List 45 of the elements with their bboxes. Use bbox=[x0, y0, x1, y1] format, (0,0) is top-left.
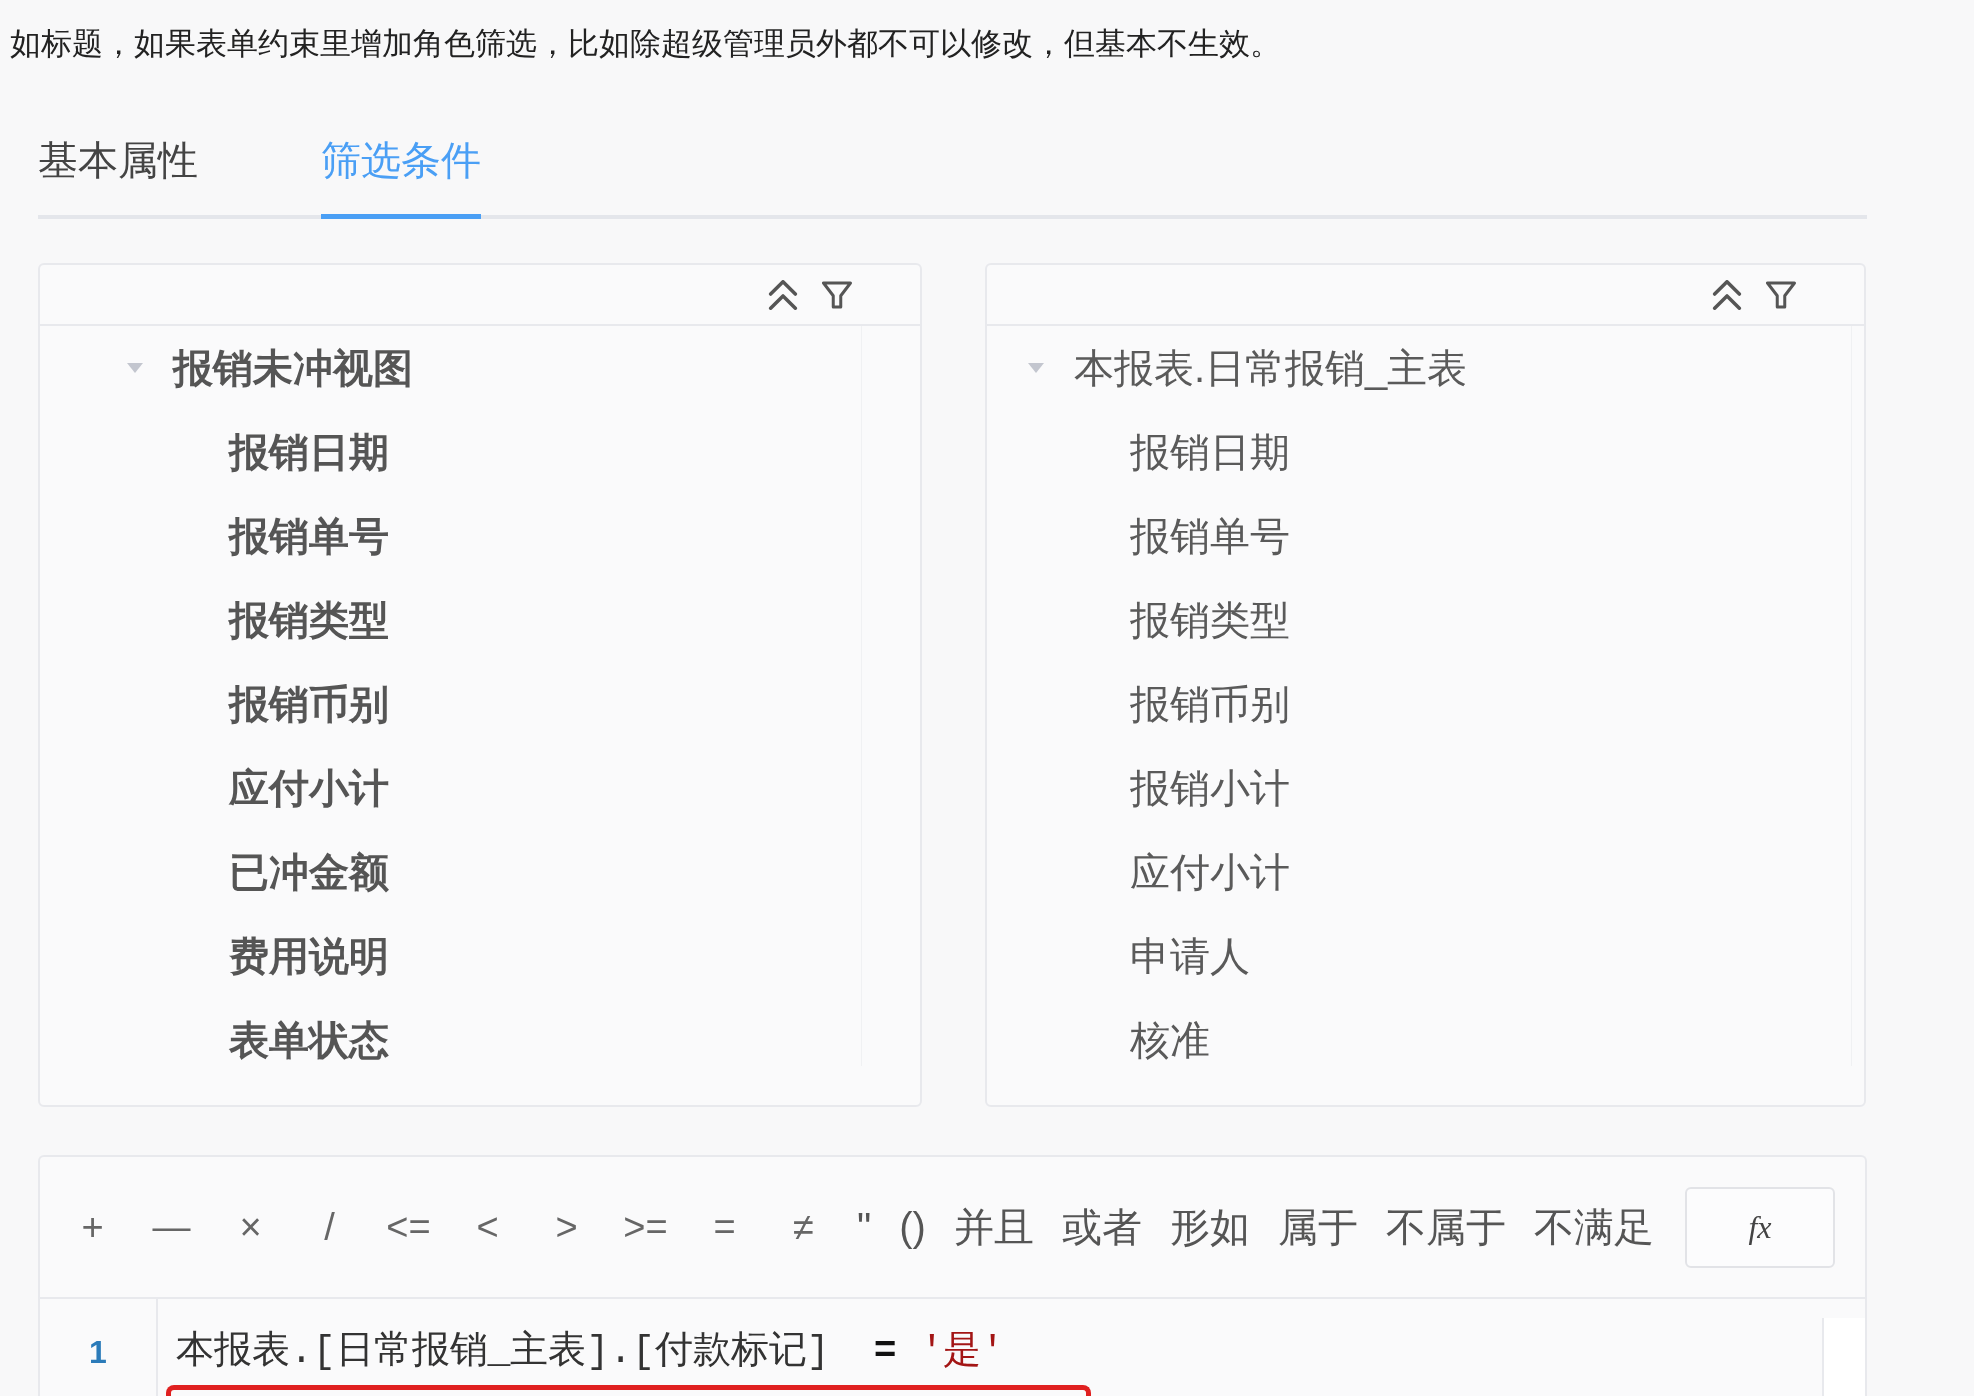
code-line[interactable]: 本报表.[日常报销_主表].[付款标记] = '是' bbox=[176, 1329, 1005, 1375]
operator-button[interactable]: >= bbox=[620, 1203, 671, 1251]
tree-item[interactable]: 应付小计 bbox=[229, 764, 389, 812]
operator-button[interactable]: = bbox=[699, 1203, 750, 1251]
operator-button[interactable]: <= bbox=[383, 1203, 434, 1251]
tree-item[interactable]: 应付小计 bbox=[1130, 848, 1290, 896]
tree-item[interactable]: 报销单号 bbox=[1130, 512, 1290, 560]
operator-button[interactable]: > bbox=[541, 1203, 592, 1251]
tree-item[interactable]: 报销未冲视图 bbox=[173, 344, 413, 392]
tree-item[interactable]: 报销币别 bbox=[229, 680, 389, 728]
operator-button[interactable]: () bbox=[899, 1203, 926, 1251]
operator-button[interactable]: < bbox=[462, 1203, 513, 1251]
tree-item[interactable]: 报销币别 bbox=[1130, 680, 1290, 728]
operator-button[interactable]: 属于 bbox=[1277, 1203, 1358, 1251]
tab[interactable]: 基本属性 bbox=[38, 136, 198, 219]
tree-item[interactable]: 费用说明 bbox=[229, 932, 389, 980]
filter-icon[interactable] bbox=[822, 279, 852, 310]
tree-item[interactable]: 报销类型 bbox=[229, 596, 389, 644]
function-button[interactable]: fx bbox=[1685, 1186, 1835, 1268]
tree-item[interactable]: 报销日期 bbox=[1130, 428, 1290, 476]
operator-button[interactable]: 并且 bbox=[953, 1203, 1034, 1251]
tree-item[interactable]: 申请人 bbox=[1130, 932, 1250, 980]
tree-item[interactable]: 报销小计 bbox=[1130, 764, 1290, 812]
operator-button[interactable]: ≠ bbox=[778, 1203, 829, 1251]
chevrons-up-icon[interactable] bbox=[1710, 279, 1744, 310]
tree-item[interactable]: 报销日期 bbox=[229, 428, 389, 476]
operator-button[interactable]: " bbox=[857, 1203, 872, 1251]
tree-item[interactable]: 报销类型 bbox=[1130, 596, 1290, 644]
operator-button[interactable]: × bbox=[225, 1203, 276, 1251]
tree-item[interactable]: 报销单号 bbox=[229, 512, 389, 560]
operator-button[interactable]: 不满足 bbox=[1533, 1203, 1654, 1251]
line-number: 1 bbox=[89, 1333, 107, 1372]
operator-button[interactable]: 不属于 bbox=[1385, 1203, 1506, 1251]
tree-item[interactable]: 表单状态 bbox=[229, 1016, 389, 1064]
tree-item[interactable]: 核准 bbox=[1130, 1016, 1210, 1064]
tree-item[interactable]: 已冲金额 bbox=[229, 848, 389, 896]
operator-button[interactable]: 形如 bbox=[1169, 1203, 1250, 1251]
operator-button[interactable]: 或者 bbox=[1061, 1203, 1142, 1251]
chevrons-up-icon[interactable] bbox=[766, 279, 800, 310]
operator-button[interactable]: + bbox=[67, 1203, 118, 1251]
post-text: 如标题，如果表单约束里增加角色筛选，比如除超级管理员外都不可以修改，但基本不生效。 bbox=[10, 25, 1282, 63]
filter-icon[interactable] bbox=[1766, 279, 1796, 310]
tree-item[interactable]: 本报表.日常报销_主表 bbox=[1074, 344, 1468, 392]
operator-button[interactable]: / bbox=[304, 1203, 355, 1251]
operator-button[interactable]: — bbox=[146, 1203, 197, 1251]
